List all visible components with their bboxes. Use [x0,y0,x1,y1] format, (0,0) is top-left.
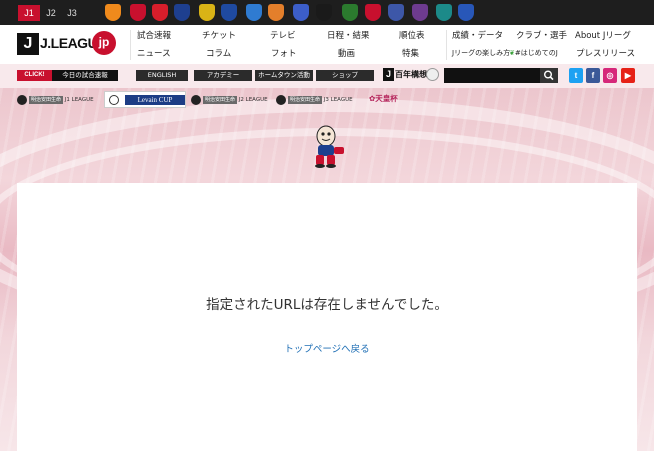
nav-photo[interactable]: フォト [271,47,297,59]
search-input[interactable] [444,68,540,83]
club-crest-icon[interactable] [365,4,381,21]
league-tab-j1[interactable]: J1 [18,5,40,21]
league-tab-j2[interactable]: J2 [40,5,62,21]
club-crest-icon[interactable] [293,4,309,21]
nav-clubs[interactable]: クラブ・選手 [516,29,567,41]
club-crest-icon[interactable] [458,4,474,21]
back-to-top-link[interactable]: トップページへ戻る [17,341,637,355]
nav-ticket[interactable]: チケット [202,29,236,41]
english-button[interactable]: ENGLISH [136,70,188,81]
nav-press-release[interactable]: プレスリリース [576,47,635,59]
site-header: J J.LEAGUE jp 試合速報 チケット テレビ 日程・結果 順位表 成績… [0,25,654,64]
hyakunen-text: 百年構想 [395,70,427,79]
j-mark-icon [276,94,286,105]
nav-stats[interactable]: 成績・データ [452,29,503,41]
nav-standings[interactable]: 順位表 [399,29,425,41]
league-tab-j3[interactable]: J3 [61,5,83,21]
nav-news[interactable]: ニュース [137,47,171,59]
nav-column[interactable]: コラム [206,47,231,59]
club-crest-icon[interactable] [388,4,404,21]
club-crest-icon[interactable] [105,4,121,21]
club-crest-icon[interactable] [412,4,428,21]
club-crest-icon[interactable] [130,4,146,21]
club-crest-icon[interactable] [268,4,284,21]
search-icon [543,70,554,81]
jleague-logo[interactable]: J J.LEAGUE jp [17,30,117,58]
club-crest-icon[interactable] [174,4,190,21]
competition-j1[interactable]: 明治安田生命 J1 LEAGUE [17,93,94,107]
nav-divider [446,30,447,60]
jleague-mascot-icon [315,125,344,168]
nav-tv[interactable]: テレビ [270,29,296,41]
nav-live-score[interactable]: 試合速報 [137,29,171,41]
club-crest-icon[interactable] [152,4,168,21]
nav-video[interactable]: 動画 [338,47,355,59]
competition-j3[interactable]: 明治安田生命 J3 LEAGUE [276,93,353,107]
shop-button[interactable]: ショップ [316,70,374,81]
nav-hajimete[interactable]: ❦#はじめてのJ [509,48,558,58]
club-crest-icon[interactable] [199,4,215,21]
error-message: 指定されたURLは存在しませんでした。 [206,297,448,313]
cup-mark-icon [109,95,119,105]
logo-jp-badge: jp [92,31,116,55]
search-button[interactable] [540,68,558,83]
hyakunen-koso-logo[interactable]: J 百年構想 [383,67,439,83]
club-crest-icon[interactable] [436,4,452,21]
club-crest-icon[interactable] [246,4,262,21]
facebook-icon[interactable]: f [586,68,600,83]
nav-feature[interactable]: 特集 [402,47,419,59]
click-badge: CLICK! [17,70,52,81]
club-bar: J1 J2 J3 [0,0,654,25]
logo-mark: J [17,33,39,55]
j-mark-icon [191,94,201,105]
nav-how-to-enjoy[interactable]: Jリーグの楽しみ方 [452,48,510,58]
academy-button[interactable]: アカデミー [194,70,252,81]
twitter-icon[interactable]: t [569,68,583,83]
j-mark-icon [17,94,27,105]
club-crest-icon[interactable] [221,4,237,21]
competition-levain-cup[interactable]: Levain CUP [104,91,186,108]
hyakunen-j-mark: J [383,68,394,81]
competition-emperors-cup[interactable]: ✿天皇杯 [369,93,398,104]
nav-about[interactable]: About Jリーグ [575,29,631,41]
nav-hajimete-label: #はじめてのJ [514,49,558,57]
today-live-button[interactable]: 今日の試合速報 [52,70,118,81]
youtube-icon[interactable]: ▶ [621,68,635,83]
nav-schedule[interactable]: 日程・結果 [327,29,370,41]
competition-j2[interactable]: 明治安田生命 J2 LEAGUE [191,93,268,107]
club-crest-icon[interactable] [342,4,358,21]
hyakunen-mascot-icon [426,68,439,81]
main-content-panel: 指定されたURLは存在しませんでした。 トップページへ戻る [17,183,637,451]
hometown-button[interactable]: ホームタウン活動 [255,70,313,81]
club-crest-icon[interactable] [316,4,332,21]
nav-divider [130,30,131,60]
instagram-icon[interactable]: ◎ [603,68,617,83]
